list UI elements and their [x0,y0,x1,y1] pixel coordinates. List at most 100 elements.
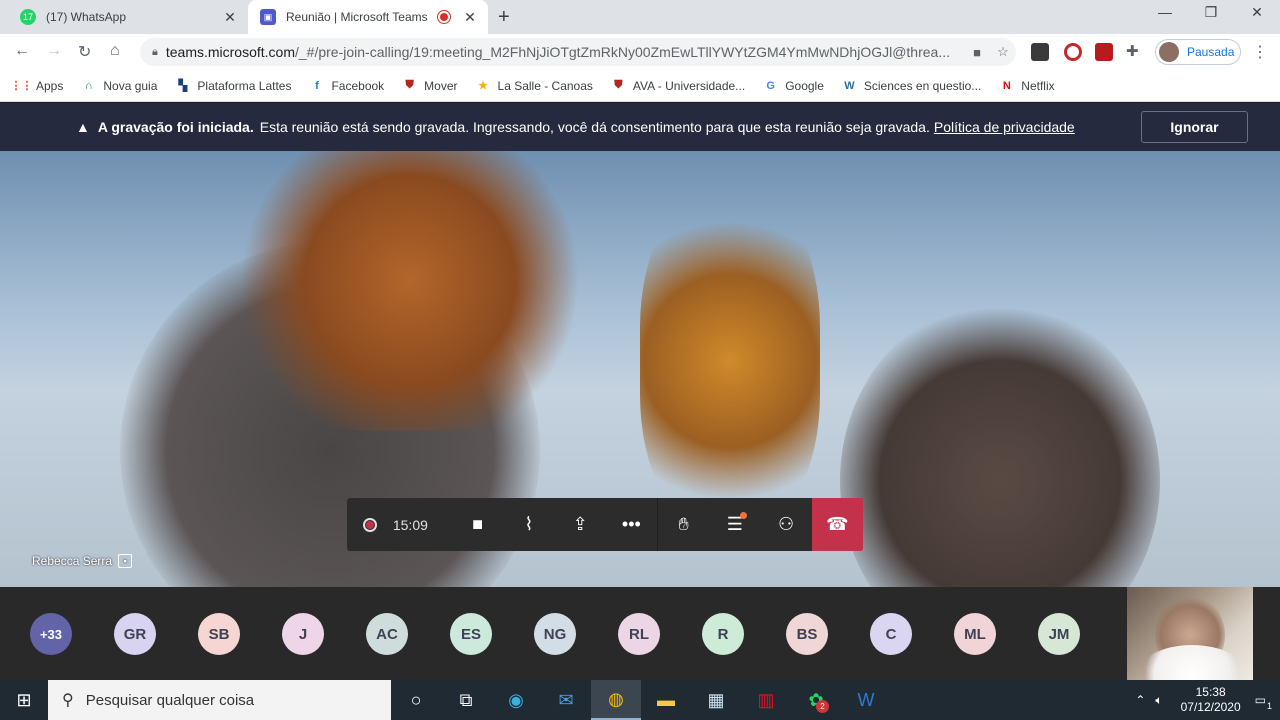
raise-hand-icon[interactable]: ✋︎ [658,498,709,551]
address-bar[interactable]: 🔒︎ teams.microsoft.com/_#/pre-join-calli… [140,38,1016,66]
tab-title: Reunião | Microsoft Teams [286,10,428,24]
chevron-up-icon[interactable]: ⌃ [1135,693,1145,707]
participants-icon[interactable]: ⚇ [760,498,811,551]
close-tab-icon[interactable]: ✕ [460,9,480,26]
back-arrow-icon[interactable]: ← [14,42,30,60]
chat-icon[interactable]: ☰ [709,498,760,551]
more-menu-icon[interactable]: ⋮ [1252,42,1268,62]
bookmark-label: Netflix [1021,78,1055,93]
bookmark-label: Nova guia [103,78,158,93]
system-tray: ⌃ 🔈︎ 15:38 07/12/2020 ▭ 1 [1135,680,1280,720]
chrome-icon[interactable]: ◍ [591,680,641,720]
mic-muted-icon[interactable]: ⌇ [503,498,554,551]
ignore-button[interactable]: Ignorar [1141,111,1248,143]
warning-icon: ▲ [76,119,90,135]
reload-icon[interactable]: ↻ [78,42,91,62]
volume-icon[interactable]: 🔈︎ [1155,693,1162,708]
profile-button[interactable]: Pausada [1155,39,1241,65]
extensions-puzzle-icon[interactable]: ✚ [1126,42,1144,60]
bookmark-label: Apps [36,78,64,93]
edge-icon[interactable]: ◉ [491,680,541,720]
bookmarks-bar: ⋮⋮ Apps ∩ Nova guia ▚ Plataforma Lattes f Faceb… [0,70,1280,102]
taskbar-search[interactable]: ⚲ Pesquisar qualquer coisa [48,680,391,720]
whatsapp-taskbar-icon[interactable]: ✿ 2 [791,680,841,720]
participant-avatar[interactable]: ES [450,613,492,655]
minimize-button[interactable]: — [1142,4,1188,20]
browser-tab-bar: 17 (17) WhatsApp ✕ ▣ Reunião | Microsoft… [0,0,1280,34]
close-window-button[interactable]: ✕ [1234,4,1280,21]
whatsapp-favicon-icon: 17 [20,9,36,25]
browser-toolbar: ← → ↻ ⌂ 🔒︎ teams.microsoft.com/_#/pre-jo… [0,34,1280,70]
share-screen-icon[interactable]: ⇪ [555,498,606,551]
task-view-icon[interactable]: ⧉ [441,680,491,720]
whatsapp-badge: 2 [816,700,829,713]
mail-icon[interactable]: ✉ [541,680,591,720]
clock-date: 07/12/2020 [1180,700,1241,714]
participant-video-blur [840,301,1160,587]
call-timer: 15:09 [392,516,428,533]
restore-button[interactable]: ❐ [1188,4,1234,21]
camera-icon[interactable]: ■ [452,498,503,551]
participant-avatar[interactable]: R [702,613,744,655]
lock-icon[interactable]: 🔒︎ [152,46,158,59]
bookmark-star-icon[interactable]: ☆ [990,44,1016,60]
recording-banner: ▲ A gravação foi iniciada. Esta reunião … [0,103,1280,151]
notification-center-icon[interactable]: ▭ 1 [1255,693,1272,711]
hang-up-button[interactable]: ☎︎ [811,498,863,551]
bookmark-item[interactable]: ⛊ Mover [402,78,458,93]
video-content-blur [640,191,820,531]
store-icon[interactable]: ▦ [691,680,741,720]
video-content-blur [230,151,590,431]
extension-icon[interactable] [1031,43,1049,61]
word-icon[interactable]: W [841,680,891,720]
url-text: teams.microsoft.com/_#/pre-join-calling/… [165,44,950,60]
camera-permission-icon[interactable]: ■ [964,45,990,60]
wordpress-icon: W [844,79,855,92]
acrobat-extension-icon[interactable] [1095,43,1113,61]
pin-icon[interactable]: ▪ [118,554,133,568]
bookmark-item[interactable]: N Netflix [999,78,1055,93]
new-tab-button[interactable]: + [498,6,510,29]
bookmark-item[interactable]: ★ La Salle - Canoas [476,78,593,93]
participant-roster: +33 GR SB J AC ES NG RL R BS C ML JM [0,587,1280,680]
bookmark-item[interactable]: ∩ Nova guia [81,78,158,93]
tab-whatsapp[interactable]: 17 (17) WhatsApp ✕ [8,0,248,34]
more-actions-icon[interactable]: ••• [606,498,657,551]
participant-avatar[interactable]: NG [534,613,576,655]
participant-avatar[interactable]: J [282,613,324,655]
participant-avatar[interactable]: AC [366,613,408,655]
participant-avatar[interactable]: BS [786,613,828,655]
notification-count: 1 [1266,701,1272,711]
participant-avatar[interactable]: C [870,613,912,655]
clock[interactable]: 15:38 07/12/2020 [1181,685,1241,715]
participant-avatar[interactable]: SB [198,613,240,655]
more-participants-button[interactable]: +33 [30,613,72,655]
bookmark-item[interactable]: ⋮⋮ Apps [11,78,64,93]
bookmark-item[interactable]: G Google [763,78,824,93]
bookmark-label: Google [785,78,824,93]
lattes-icon: ▚ [178,80,188,92]
extension-icon[interactable] [1064,43,1082,61]
close-tab-icon[interactable]: ✕ [220,9,240,26]
privacy-policy-link[interactable]: Política de privacidade [934,119,1075,135]
bookmark-item[interactable]: f Facebook [309,78,384,93]
tab-teams[interactable]: ▣ Reunião | Microsoft Teams ✕ [248,0,488,34]
windows-start-icon[interactable]: ⊞ [0,680,48,720]
windows-taskbar: ⊞ ⚲ Pesquisar qualquer coisa ○ ⧉ ◉ ✉ ◍ ▬… [0,680,1280,720]
forward-arrow-icon[interactable]: → [46,42,62,60]
shield-icon: ⛊ [614,79,623,91]
participant-avatar[interactable]: JM [1038,613,1080,655]
file-explorer-icon[interactable]: ▬ [641,680,691,720]
app-icon[interactable]: ▥ [741,680,791,720]
participant-avatar[interactable]: RL [618,613,660,655]
participant-avatar[interactable]: GR [114,613,156,655]
bookmark-label: Facebook [331,78,385,93]
bookmark-item[interactable]: ⛊ AVA - Universidade... [611,78,745,93]
participant-avatar[interactable]: ML [954,613,996,655]
bookmark-item[interactable]: W Sciences en questio... [842,78,981,93]
cortana-icon[interactable]: ○ [391,680,441,720]
facebook-icon: f [315,79,319,92]
participant-name-tag: Rebecca Serra ▪ [32,554,133,568]
home-icon[interactable]: ⌂ [110,42,120,60]
bookmark-item[interactable]: ▚ Plataforma Lattes [175,78,292,93]
